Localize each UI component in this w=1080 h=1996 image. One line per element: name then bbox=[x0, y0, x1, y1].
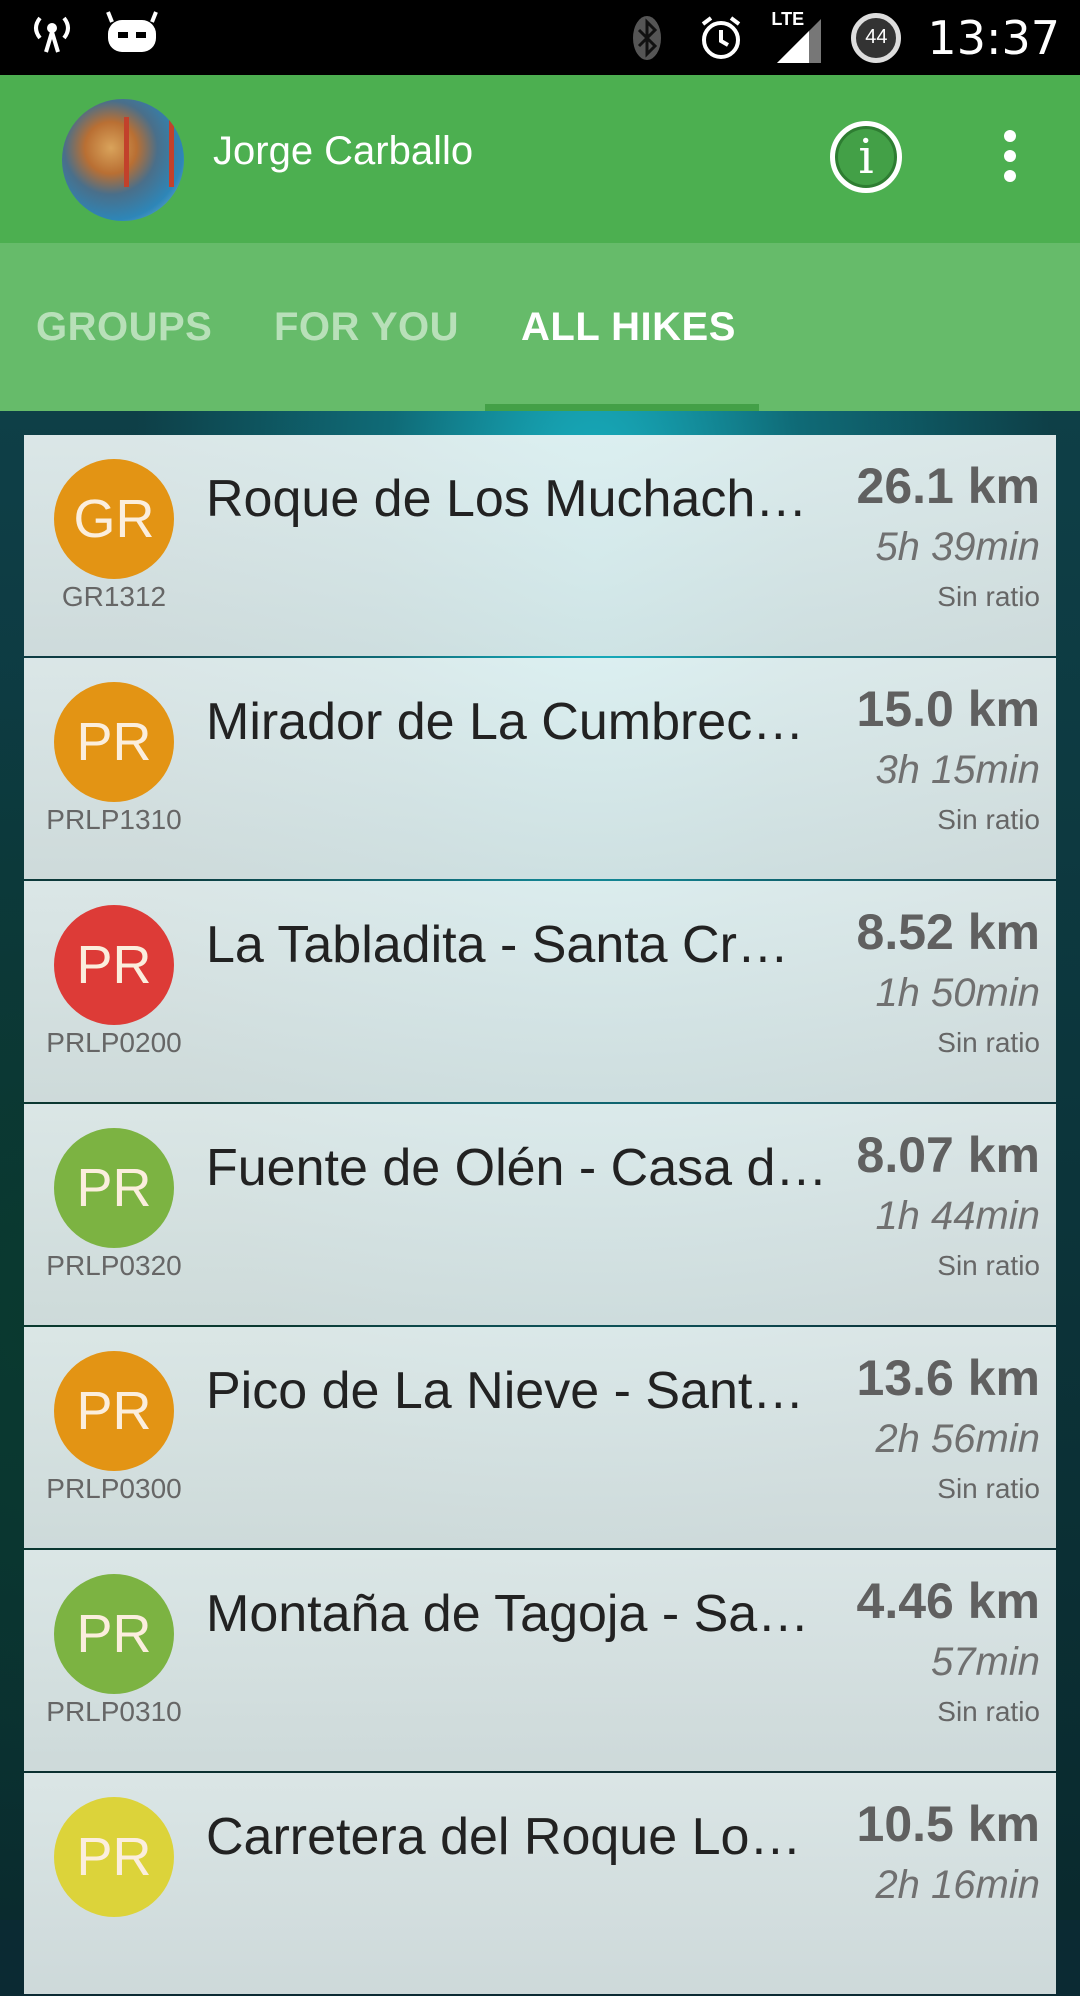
list-item[interactable]: PR PRLP0310 Montaña de Tagoja - Sa… 4.46… bbox=[24, 1550, 1056, 1771]
hike-duration: 3h 15min bbox=[875, 748, 1040, 792]
network-label: LTE bbox=[771, 8, 805, 29]
route-code: PRLP0200 bbox=[46, 1027, 182, 1058]
alarm-icon bbox=[702, 15, 741, 59]
hike-ratio: Sin ratio bbox=[937, 1696, 1040, 1727]
app-bar: Jorge Carballo i bbox=[0, 75, 1080, 243]
list-item[interactable]: PR PRLP0300 Pico de La Nieve - Sant… 13.… bbox=[24, 1327, 1056, 1548]
hike-title: Pico de La Nieve - Sant… bbox=[206, 1362, 805, 1420]
route-code: PRLP0310 bbox=[46, 1696, 182, 1727]
route-badge: GR bbox=[54, 459, 174, 579]
tab-groups[interactable]: GROUPS bbox=[36, 243, 212, 411]
hike-duration: 5h 39min bbox=[875, 525, 1040, 569]
avatar[interactable] bbox=[62, 99, 184, 221]
hike-distance: 8.07 km bbox=[856, 1127, 1040, 1183]
route-code: PRLP0320 bbox=[46, 1250, 182, 1281]
hike-duration: 2h 56min bbox=[875, 1417, 1040, 1461]
route-code: PRLP0300 bbox=[46, 1473, 182, 1504]
info-icon[interactable]: i bbox=[830, 121, 902, 193]
hike-distance: 13.6 km bbox=[856, 1350, 1040, 1406]
clock: 13:37 bbox=[927, 10, 1060, 65]
hike-distance: 8.52 km bbox=[856, 904, 1040, 960]
hike-ratio: Sin ratio bbox=[937, 1250, 1040, 1281]
more-vert-icon[interactable] bbox=[990, 130, 1030, 190]
tab-for-you[interactable]: FOR YOU bbox=[274, 243, 459, 411]
hike-distance: 15.0 km bbox=[856, 681, 1040, 737]
lte-signal-icon: LTE bbox=[771, 8, 825, 65]
hike-duration: 1h 44min bbox=[875, 1194, 1040, 1238]
tab-bar: GROUPS FOR YOU ALL HIKES bbox=[0, 243, 1080, 411]
list-item[interactable]: PR PRLP0200 La Tabladita - Santa Cr… 8.5… bbox=[24, 881, 1056, 1102]
hike-ratio: Sin ratio bbox=[937, 1027, 1040, 1058]
hike-duration: 57min bbox=[931, 1640, 1040, 1684]
list-item[interactable]: GR GR1312 Roque de Los Muchach… 26.1 km … bbox=[24, 435, 1056, 656]
route-badge: PR bbox=[54, 1128, 174, 1248]
bluetooth-icon bbox=[633, 15, 662, 60]
list-item[interactable]: PR PRLP0320 Fuente de Olén - Casa d… 8.0… bbox=[24, 1104, 1056, 1325]
tab-indicator bbox=[485, 404, 759, 411]
battery-icon: 44 bbox=[851, 12, 902, 63]
status-bar: LTE 44 13:37 bbox=[0, 0, 1080, 75]
tab-all-hikes[interactable]: ALL HIKES bbox=[521, 243, 736, 411]
hike-title: La Tabladita - Santa Cr… bbox=[206, 916, 789, 974]
hike-title: Montaña de Tagoja - Sa… bbox=[206, 1585, 810, 1643]
signal-tower-icon bbox=[34, 16, 70, 53]
route-badge: PR bbox=[54, 905, 174, 1025]
hike-distance: 4.46 km bbox=[856, 1573, 1040, 1629]
route-code: PRLP1310 bbox=[46, 804, 182, 835]
route-badge: PR bbox=[54, 1797, 174, 1917]
hike-title: Carretera del Roque Lo… bbox=[206, 1808, 802, 1866]
route-badge: PR bbox=[54, 1351, 174, 1471]
list-item[interactable]: PR Carretera del Roque Lo… 10.5 km 2h 16… bbox=[24, 1773, 1056, 1994]
hike-ratio: Sin ratio bbox=[937, 1473, 1040, 1504]
hike-title: Fuente de Olén - Casa d… bbox=[206, 1139, 828, 1197]
hike-ratio: Sin ratio bbox=[937, 804, 1040, 835]
hike-title: Roque de Los Muchach… bbox=[206, 470, 808, 528]
hike-title: Mirador de La Cumbrec… bbox=[206, 693, 805, 751]
hike-ratio: Sin ratio bbox=[937, 581, 1040, 612]
battery-level: 44 bbox=[865, 25, 888, 48]
hike-duration: 2h 16min bbox=[875, 1863, 1040, 1907]
route-code: GR1312 bbox=[61, 581, 167, 612]
hike-distance: 26.1 km bbox=[856, 458, 1040, 514]
list-item[interactable]: PR PRLP1310 Mirador de La Cumbrec… 15.0 … bbox=[24, 658, 1056, 879]
hike-distance: 10.5 km bbox=[856, 1796, 1040, 1852]
hike-list: GR GR1312 Roque de Los Muchach… 26.1 km … bbox=[24, 435, 1056, 1996]
cyanogen-icon bbox=[106, 11, 158, 52]
route-badge: PR bbox=[54, 1574, 174, 1694]
user-name: Jorge Carballo bbox=[213, 129, 474, 173]
hike-duration: 1h 50min bbox=[875, 971, 1040, 1015]
route-badge: PR bbox=[54, 682, 174, 802]
